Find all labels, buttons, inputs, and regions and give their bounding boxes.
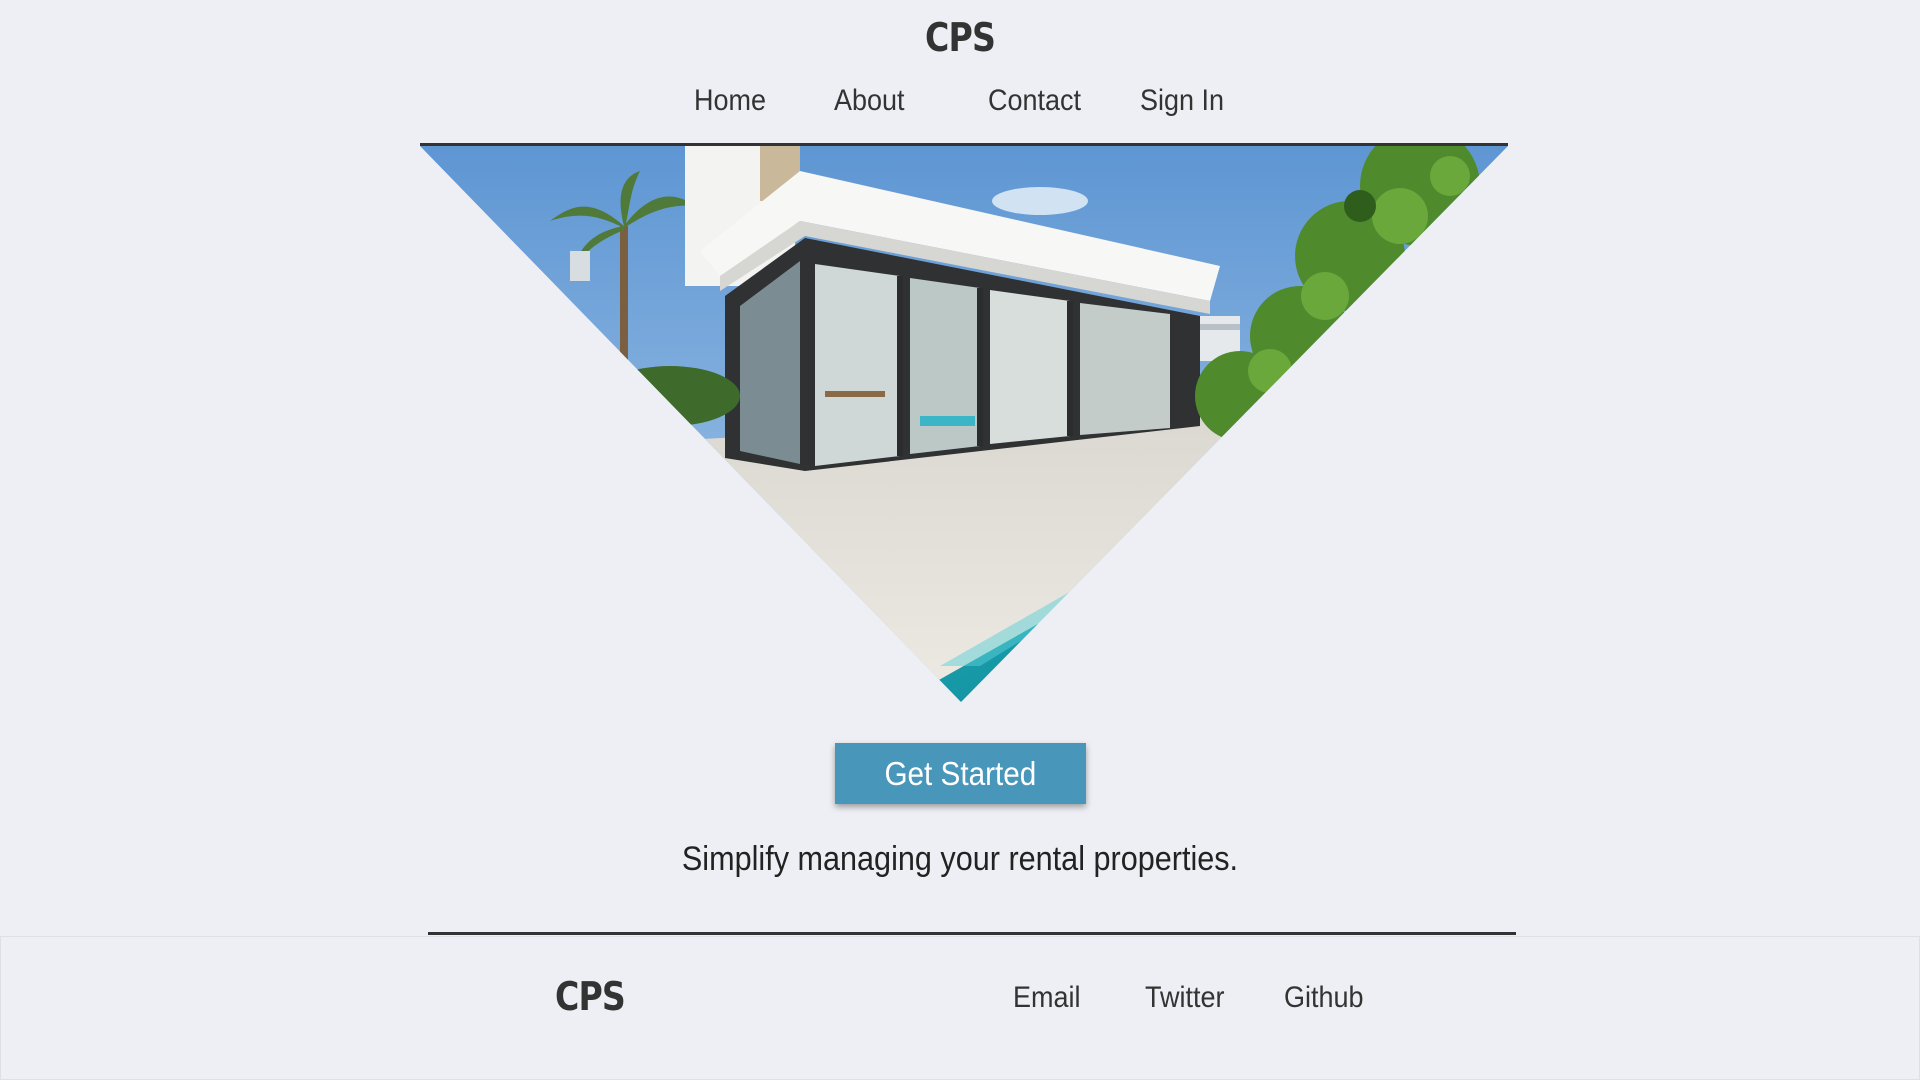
- footer-logo[interactable]: CPS: [555, 975, 626, 1020]
- hero-tagline: Simplify managing your rental properties…: [0, 840, 1920, 879]
- footer-divider: [428, 932, 1516, 935]
- get-started-label: Get Started: [884, 754, 1037, 792]
- footer-github-link[interactable]: Github: [1284, 981, 1364, 1015]
- footer-twitter-link[interactable]: Twitter: [1145, 981, 1225, 1015]
- main-nav: Home About Contact Sign In: [0, 84, 1920, 124]
- hero-house-photo: [420, 146, 1508, 702]
- hero-image: [420, 146, 1508, 702]
- footer-email-link[interactable]: Email: [1013, 981, 1081, 1015]
- nav-sign-in-link[interactable]: Sign In: [1140, 84, 1224, 118]
- nav-contact-link[interactable]: Contact: [988, 84, 1081, 118]
- site-logo[interactable]: CPS: [144, 16, 1776, 61]
- get-started-button[interactable]: Get Started: [835, 743, 1086, 804]
- tagline-text: Simplify managing your rental properties…: [681, 840, 1239, 878]
- nav-home-link[interactable]: Home: [694, 84, 766, 118]
- site-footer: CPS Email Twitter Github: [0, 936, 1920, 1080]
- landing-page: CPS Home About Contact Sign In Get Start…: [0, 0, 1920, 1080]
- nav-about-link[interactable]: About: [834, 84, 905, 118]
